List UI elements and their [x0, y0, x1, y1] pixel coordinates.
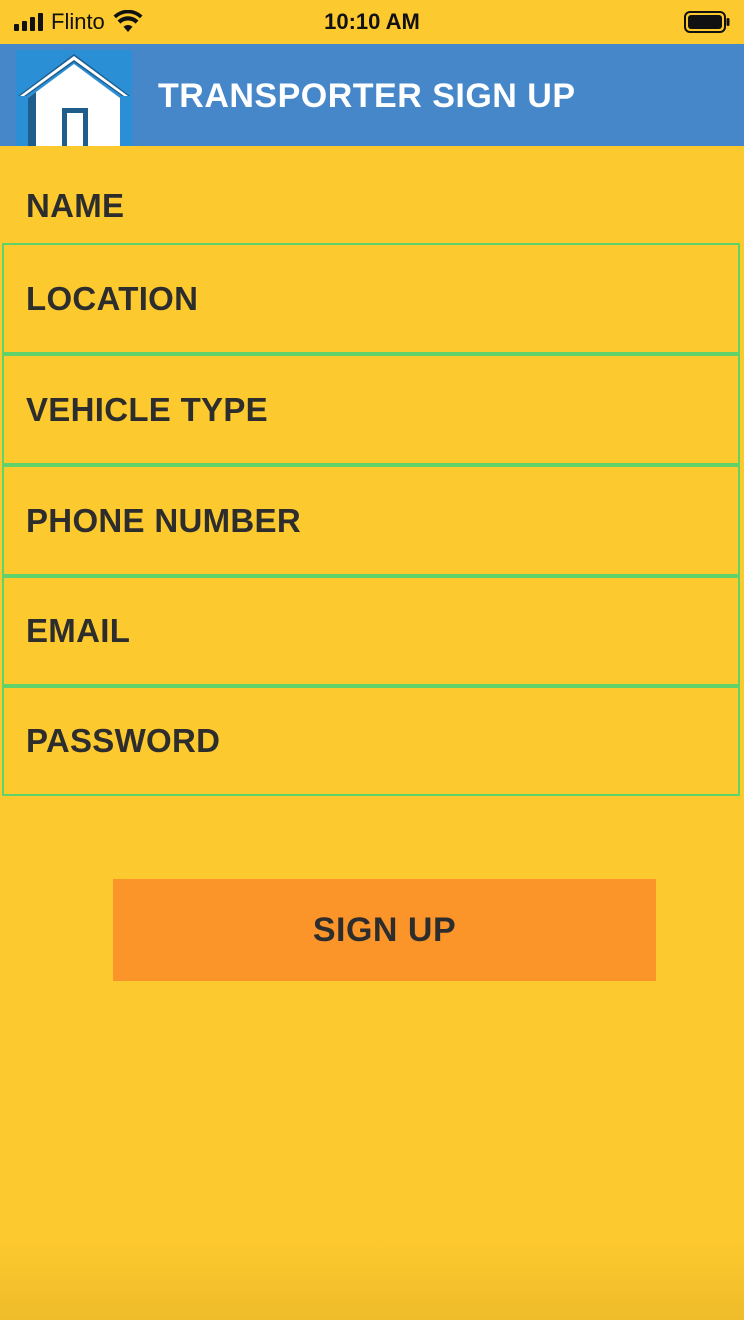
location-field[interactable]: LOCATION — [2, 243, 740, 354]
phone-number-field[interactable]: PHONE NUMBER — [2, 465, 740, 576]
status-bar: Flinto 10:10 AM — [0, 0, 744, 44]
password-field[interactable]: PASSWORD — [2, 686, 740, 796]
name-field[interactable]: NAME — [2, 160, 740, 252]
home-icon — [16, 50, 132, 146]
vehicle-type-field[interactable]: VEHICLE TYPE — [2, 354, 740, 465]
email-field[interactable]: EMAIL — [2, 576, 740, 686]
signup-screen: Flinto 10:10 AM TRANSPORTER SIGN UP NAME… — [0, 0, 744, 1320]
status-time: 10:10 AM — [324, 9, 420, 34]
sign-up-button[interactable]: SIGN UP — [113, 879, 656, 981]
page-title: TRANSPORTER SIGN UP — [158, 77, 576, 115]
app-header: TRANSPORTER SIGN UP — [0, 44, 744, 146]
battery-icon — [684, 11, 730, 33]
